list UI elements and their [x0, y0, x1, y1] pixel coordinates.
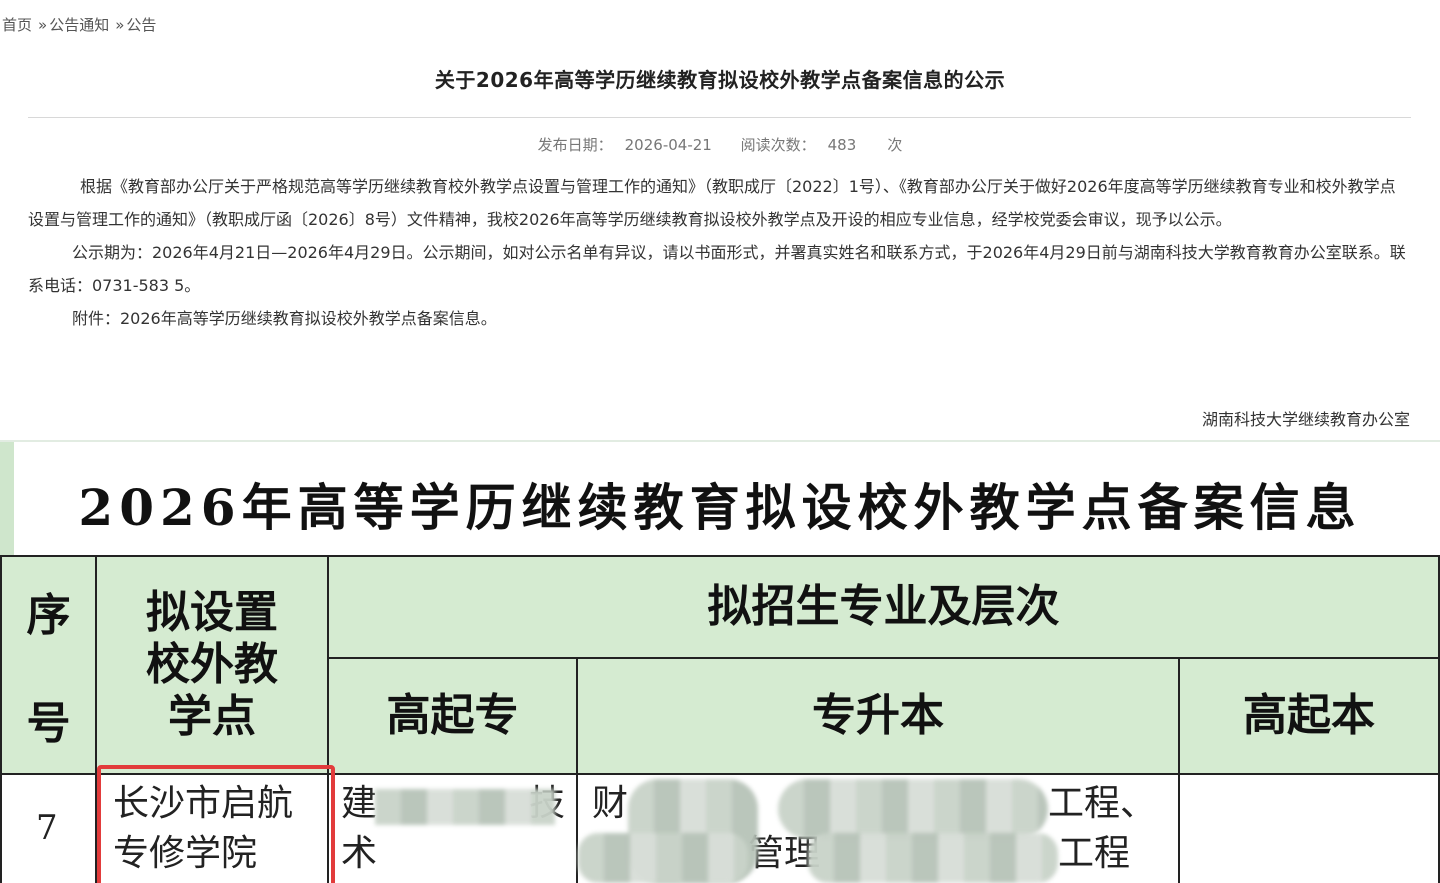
- header-zhuanshengben: 专升本: [576, 657, 1180, 775]
- attachment-image: 2026年高等学历继续教育拟设校外教学点备案信息 序 号 拟设置校外教学点 拟招…: [0, 440, 1440, 883]
- breadcrumb-separator: »: [38, 16, 48, 34]
- article-signature: 湖南科技大学继续教育办公室: [1201, 410, 1410, 429]
- breadcrumb-home-link[interactable]: 首页: [2, 16, 32, 34]
- view-count-value: 483: [827, 136, 857, 154]
- attachment-link[interactable]: 附件：2026年高等学历继续教育拟设校外教学点备案信息。: [28, 302, 1408, 335]
- highlight-box: [97, 765, 335, 883]
- redacted-area: [778, 779, 1048, 839]
- view-count: 阅读次数： 483 次: [735, 136, 909, 154]
- breadcrumb-announcement-link[interactable]: 公告: [126, 16, 156, 34]
- row-gqz-text: 术: [341, 833, 378, 874]
- breadcrumb-separator: »: [115, 16, 125, 34]
- redacted-area: [578, 833, 748, 883]
- title-divider: [28, 117, 1411, 118]
- header-teaching-point: 拟设置校外教学点: [95, 555, 329, 775]
- row-zsb-text: 工程、: [1048, 783, 1157, 824]
- header-gaoqiben: 高起本: [1178, 657, 1440, 775]
- header-number: 序 号: [0, 555, 97, 775]
- article-body: 根据《教育部办公厅关于严格规范高等学历继续教育校外教学点设置与管理工作的通知》（…: [28, 170, 1408, 335]
- info-table: 序 号 拟设置校外教学点 拟招生专业及层次 高起专 专升本 高起本 7 长沙市启…: [0, 555, 1440, 883]
- publish-date-value: 2026-04-21: [624, 136, 712, 154]
- row-zsb-cell: 财 工程、 管理 工程: [576, 773, 1180, 883]
- publish-date: 发布日期： 2026-04-21: [532, 136, 718, 154]
- breadcrumb: 首页» 公告通知» 公告: [2, 14, 156, 35]
- redacted-area: [375, 789, 555, 825]
- row-number-cell: 7: [0, 773, 97, 883]
- row-zsb-text: 财: [592, 783, 629, 824]
- redacted-area: [808, 833, 1058, 883]
- article-paragraph: 根据《教育部办公厅关于严格规范高等学历继续教育校外教学点设置与管理工作的通知》（…: [28, 177, 1396, 229]
- row-number: 7: [36, 808, 58, 848]
- row-zsb-text: 工程: [1058, 833, 1131, 874]
- view-count-label: 阅读次数：: [740, 136, 816, 154]
- row-gqz-cell: 建 技 术: [327, 773, 578, 883]
- article-meta: 发布日期： 2026-04-21 阅读次数： 483 次: [0, 134, 1440, 155]
- header-majors-group: 拟招生专业及层次: [327, 555, 1440, 659]
- sheet-title: 2026年高等学历继续教育拟设校外教学点备案信息: [78, 478, 1362, 537]
- row-gqb-cell: [1178, 773, 1440, 883]
- page-title: 关于2026年高等学历继续教育拟设校外教学点备案信息的公示: [434, 68, 1006, 92]
- publish-date-label: 发布日期：: [537, 136, 613, 154]
- row-gqz-text: 建: [341, 783, 378, 824]
- view-count-unit: 次: [887, 136, 903, 154]
- header-gaoqizhuan: 高起专: [327, 657, 578, 775]
- header-number-bottom: 号: [26, 698, 71, 749]
- article-paragraph: 公示期为：2026年4月21日—2026年4月29日。公示期间，如对公示名单有异…: [28, 243, 1406, 295]
- breadcrumb-notices-link[interactable]: 公告通知: [49, 16, 109, 34]
- header-number-top: 序: [26, 590, 71, 641]
